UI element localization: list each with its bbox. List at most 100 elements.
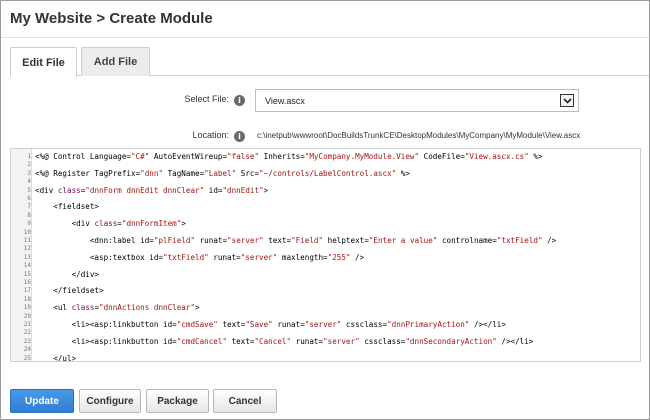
code-token: > (263, 185, 269, 195)
code-token: text= (263, 236, 292, 245)
title-divider (1, 37, 649, 38)
cancel-button[interactable]: Cancel (213, 389, 277, 413)
code-token: "server" (323, 336, 360, 346)
code-token: /></li> (469, 320, 506, 329)
package-button[interactable]: Package (146, 389, 209, 413)
page-title: My Website > Create Module (10, 10, 213, 27)
code-line: <fieldset> (35, 202, 99, 211)
code-line: <asp:textbox id="txtField" runat="server… (35, 253, 364, 262)
code-line: </ul> (35, 353, 77, 362)
code-token: %> (396, 168, 410, 178)
code-token: "Cancel" (254, 336, 292, 346)
code-token: </ul> (35, 353, 77, 362)
code-token: "Label" (204, 168, 237, 178)
line-number: 6 (27, 195, 31, 202)
code-token: "dnnSecondaryAction" (405, 336, 497, 346)
code-token: <%@ Register TagPrefix= (35, 168, 141, 178)
code-token: runat= (195, 236, 228, 245)
select-file-value: View.ascx (265, 95, 305, 106)
code-token: <dnn:label id= (35, 236, 154, 245)
code-token: /></li> (496, 336, 534, 346)
code-token: "Save" (245, 320, 273, 329)
code-token: "txtField" (163, 252, 209, 262)
code-token: TagName= (163, 168, 205, 178)
chevron-down-icon[interactable] (560, 94, 574, 107)
line-number: 22 (23, 329, 31, 337)
code-token: "cmdSave" (176, 320, 218, 329)
tab-add-file[interactable]: Add File (81, 47, 150, 76)
code-token: Inherits= (259, 152, 305, 161)
code-line: <li><asp:linkbutton id="cmdSave" text="S… (35, 320, 506, 329)
code-editor[interactable]: 1 2 3 4 5 6 7 8 9 10 11 12 13 14 15 16 17 18 19 20 21 22 23 24 2… (10, 148, 641, 362)
line-number: 11 (23, 237, 31, 244)
code-token: cssclass= (341, 320, 388, 329)
code-token: %> (528, 152, 543, 161)
code-line: <%@ Register TagPrefix="dnn" TagName="La… (35, 169, 410, 178)
code-token: <fieldset> (35, 202, 100, 212)
code-line: <%@ Control Language="C#" AutoEventWireu… (35, 152, 543, 161)
code-token: "~/controls/LabelControl.ascx" (259, 168, 397, 178)
code-token: "dnnEdit" (222, 185, 264, 195)
code-token: > (181, 219, 186, 229)
line-number: 20 (23, 312, 31, 320)
line-number: 4 (27, 178, 31, 186)
code-line: <div class="dnnForm dnnEdit dnnClear" id… (35, 186, 268, 195)
select-file-help-icon[interactable]: i (234, 95, 245, 106)
line-number: 5 (27, 186, 31, 194)
code-token: cssclass= (359, 336, 406, 346)
location-label: Location: (192, 130, 229, 140)
code-token: text= (217, 320, 246, 329)
code-token: "false" (227, 152, 260, 161)
line-number: 13 (23, 253, 31, 261)
code-token: class (71, 303, 95, 313)
line-number: 9 (27, 220, 31, 228)
code-token: CodeFile= (419, 152, 465, 161)
select-file-label: Select File: (184, 94, 229, 104)
location-help-icon[interactable]: i (234, 131, 245, 142)
code-token: "Enter a value" (368, 236, 438, 245)
code-token: "C#" (131, 152, 150, 161)
line-number: 2 (27, 161, 31, 169)
code-token: "dnn" (140, 168, 164, 178)
line-number: 25 (23, 354, 31, 362)
code-token: <asp:textbox id= (35, 252, 164, 262)
code-token: runat= (272, 320, 305, 329)
code-token: text= (227, 336, 255, 346)
code-token: "dnnFormItem" (121, 219, 182, 229)
code-token: "dnnForm dnnEdit dnnClear" (85, 185, 205, 195)
line-number: 12 (23, 245, 31, 253)
line-number: 24 (23, 346, 31, 354)
code-token: id= (204, 185, 223, 195)
line-number: 16 (23, 279, 31, 286)
line-number: 14 (23, 262, 31, 270)
code-token: runat= (291, 336, 324, 346)
configure-button[interactable]: Configure (79, 389, 141, 413)
code-token: controlname= (437, 236, 497, 245)
code-line: </div> (35, 270, 99, 279)
code-token: "View.ascx.cs" (464, 152, 529, 161)
code-token: "cmdCancel" (176, 336, 228, 346)
code-line: <li><asp:linkbutton id="cmdCancel" text=… (35, 336, 534, 346)
select-file-dropdown[interactable]: View.ascx (255, 89, 579, 112)
update-button[interactable]: Update (10, 389, 74, 413)
code-token: /> (350, 252, 365, 262)
line-number: 3 (27, 169, 31, 177)
code-token: </div> (35, 269, 100, 279)
line-number: 15 (23, 270, 31, 278)
line-number-gutter: 1 2 3 4 5 6 7 8 9 10 11 12 13 14 15 16 17 18 19 20 21 22 23 24 2… (11, 149, 32, 361)
code-line: <div class="dnnFormItem"> (35, 219, 186, 228)
code-token: <li><asp:linkbutton id= (35, 320, 177, 329)
code-token: <div (35, 185, 58, 195)
line-number: 23 (23, 337, 31, 345)
line-number: 8 (27, 211, 31, 219)
code-token: <li><asp:linkbutton id= (35, 336, 177, 346)
code-token: /> (542, 236, 557, 245)
code-token: "txtField" (496, 236, 543, 245)
code-line: <ul class="dnnActions dnnClear"> (35, 303, 199, 313)
location-value: c:\inetpub\wwwroot\DocBuildsTrunkCE\Desk… (257, 131, 581, 140)
create-module-panel: My Website > Create Module Edit File Add… (0, 0, 650, 420)
code-token: maxlength= (277, 252, 328, 262)
line-number: 1 (27, 153, 31, 160)
tab-edit-file[interactable]: Edit File (10, 47, 77, 77)
code-token: class (94, 219, 118, 229)
